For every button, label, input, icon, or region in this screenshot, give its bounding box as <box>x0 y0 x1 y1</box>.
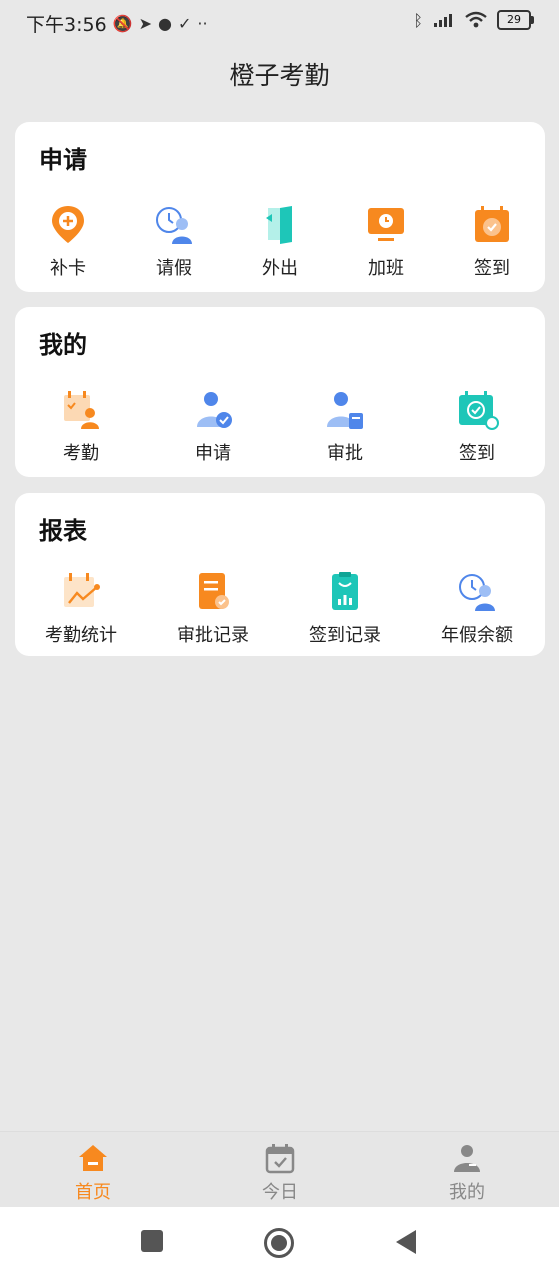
location-plus-icon <box>46 202 90 246</box>
mine-card: 我的 考勤 申请 审批 签到 <box>15 307 545 477</box>
report-item-label: 签到记录 <box>309 625 381 646</box>
back-button[interactable] <box>394 1229 418 1255</box>
apply-item-out[interactable]: 外出 <box>227 202 333 280</box>
tab-mine[interactable]: 我的 <box>407 1142 527 1204</box>
report-item-label: 审批记录 <box>177 625 249 646</box>
mine-item-checkin[interactable]: 签到 <box>411 387 543 465</box>
status-time: 下午3:56 <box>26 14 107 36</box>
tab-home-label: 首页 <box>75 1182 111 1203</box>
calendar-check-icon <box>470 202 514 246</box>
apply-item-leave[interactable]: 请假 <box>121 202 227 280</box>
report-item-annual-leave[interactable]: 年假余额 <box>411 569 543 647</box>
mute-bell-icon: 🔕 <box>112 14 133 33</box>
calendar-icon <box>265 1144 295 1174</box>
mine-item-label: 签到 <box>459 443 495 464</box>
monitor-clock-icon <box>364 202 408 246</box>
bottom-nav: 首页 今日 我的 <box>0 1131 559 1208</box>
person-clock-icon <box>455 569 499 613</box>
bluetooth-icon: ᛒ <box>413 10 423 30</box>
check-icon: ✓ <box>177 14 192 33</box>
mine-item-label: 审批 <box>327 443 363 464</box>
clipboard-bar-icon <box>323 569 367 613</box>
wifi-icon <box>465 11 487 28</box>
report-card: 报表 考勤统计 审批记录 签到记录 年假余额 <box>15 493 545 656</box>
apply-item-overtime[interactable]: 加班 <box>333 202 439 280</box>
mine-item-apply[interactable]: 申请 <box>147 387 279 465</box>
apply-item-label: 请假 <box>156 258 192 279</box>
mine-section-title: 我的 <box>39 331 87 359</box>
document-icon <box>191 569 235 613</box>
mine-item-label: 考勤 <box>63 443 99 464</box>
telegram-icon: ➤ <box>138 14 152 33</box>
apply-item-label: 签到 <box>474 258 510 279</box>
battery-indicator: 29 <box>497 10 534 30</box>
report-item-label: 考勤统计 <box>45 625 117 646</box>
chat-icon: ● <box>158 14 172 33</box>
door-exit-icon <box>258 202 302 246</box>
report-item-checkin-records[interactable]: 签到记录 <box>279 569 411 647</box>
signal-icon <box>434 14 452 27</box>
system-nav-bar <box>0 1207 559 1280</box>
person-clock-icon <box>152 202 196 246</box>
status-bar: 下午3:56 🔕 ➤ ● ✓ ·· ᛒ 29 <box>0 0 559 42</box>
home-icon <box>79 1145 107 1171</box>
calendar-check-teal-icon <box>455 387 499 431</box>
apply-item-label: 加班 <box>368 258 404 279</box>
mine-item-approve[interactable]: 审批 <box>279 387 411 465</box>
person-check-icon <box>191 387 235 431</box>
report-item-label: 年假余额 <box>441 625 513 646</box>
report-item-approval-records[interactable]: 审批记录 <box>147 569 279 647</box>
user-icon <box>454 1145 480 1172</box>
report-section-title: 报表 <box>39 517 87 545</box>
apply-card: 申请 补卡 请假 外出 加班 签到 <box>15 122 545 292</box>
tab-today[interactable]: 今日 <box>220 1142 340 1204</box>
tab-home[interactable]: 首页 <box>33 1142 153 1204</box>
mine-item-attendance[interactable]: 考勤 <box>15 387 147 465</box>
calendar-person-icon <box>59 387 103 431</box>
page-title: 橙子考勤 <box>229 61 330 90</box>
apply-item-label: 补卡 <box>50 258 86 279</box>
recents-button[interactable] <box>140 1229 164 1253</box>
apply-item-checkin[interactable]: 签到 <box>439 202 545 280</box>
report-item-attendance-stats[interactable]: 考勤统计 <box>15 569 147 647</box>
more-dots-icon: ·· <box>197 14 208 33</box>
person-doc-icon <box>323 387 367 431</box>
calendar-chart-icon <box>59 569 103 613</box>
home-button[interactable] <box>263 1227 295 1259</box>
mine-item-label: 申请 <box>195 443 231 464</box>
tab-today-label: 今日 <box>262 1182 298 1203</box>
tab-mine-label: 我的 <box>449 1182 485 1203</box>
apply-section-title: 申请 <box>39 146 87 174</box>
apply-item-label: 外出 <box>262 258 298 279</box>
apply-item-bucard[interactable]: 补卡 <box>15 202 121 280</box>
